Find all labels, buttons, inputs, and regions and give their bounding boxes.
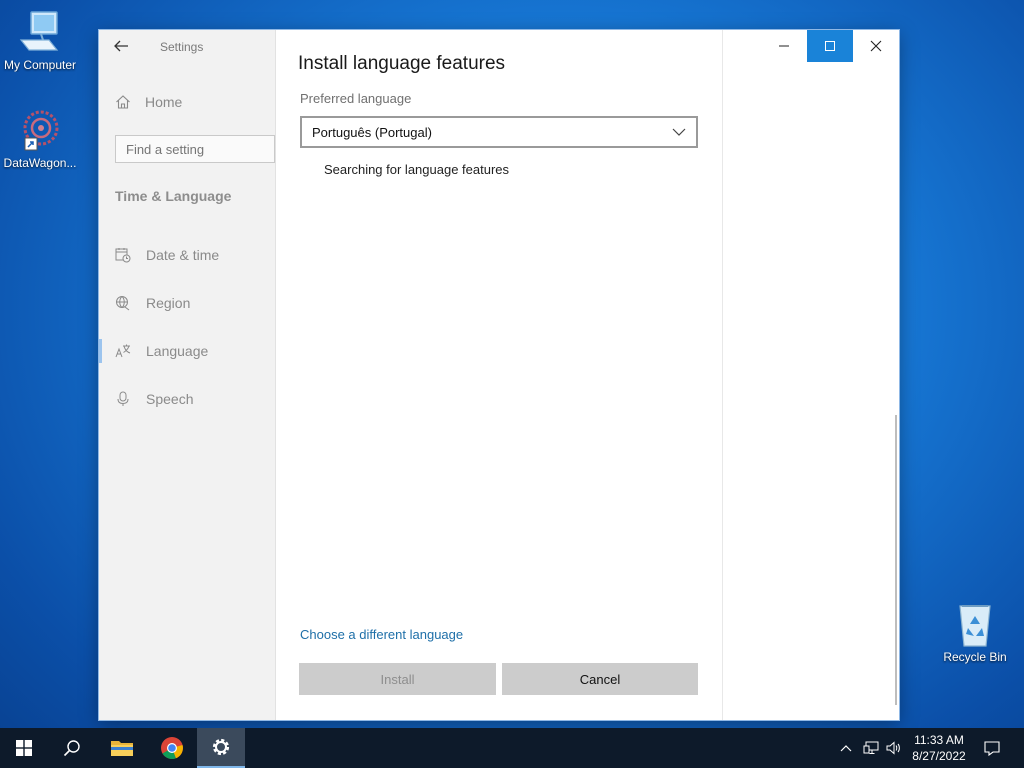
datawagon-logo-icon (23, 110, 59, 151)
clock-date: 8/27/2022 (912, 749, 966, 763)
speaker-icon (886, 741, 900, 755)
sidebar-item-label: Date & time (146, 247, 220, 263)
pane-divider (722, 30, 723, 720)
arrow-left-icon (114, 40, 128, 52)
recycle-bin-icon (959, 605, 991, 647)
sidebar-item-language[interactable]: Language (115, 339, 208, 363)
computer-icon (19, 11, 59, 51)
folder-icon (111, 741, 133, 756)
chevron-up-icon (840, 745, 852, 752)
maximize-icon (825, 41, 835, 51)
search-button[interactable] (48, 728, 96, 768)
minimize-button[interactable] (761, 30, 807, 62)
status-text: Searching for language features (324, 162, 510, 177)
calendar-clock-icon (115, 248, 131, 263)
search-input[interactable] (115, 135, 275, 163)
windows-logo-icon (16, 740, 32, 756)
search-icon (63, 740, 80, 757)
desktop-icon-my-computer[interactable]: My Computer (0, 10, 80, 72)
preferred-language-dropdown[interactable]: Português (Portugal) (300, 116, 698, 148)
choose-different-language-link[interactable]: Choose a different language (300, 627, 463, 642)
taskbar-file-explorer[interactable] (98, 728, 146, 768)
back-button[interactable] (113, 38, 135, 56)
cancel-button[interactable]: Cancel (502, 663, 698, 695)
sidebar-item-home[interactable]: Home (115, 94, 182, 110)
notification-icon (984, 740, 1000, 756)
globe-icon (116, 296, 130, 311)
close-button[interactable] (853, 30, 899, 62)
main-content: Install language features Preferred lang… (276, 30, 722, 720)
system-clock[interactable]: 11:33 AM 8/27/2022 (906, 732, 972, 764)
chevron-down-icon (672, 128, 686, 136)
sidebar-item-label: Home (145, 94, 183, 110)
close-icon (870, 40, 882, 52)
sidebar-item-label: Speech (146, 391, 194, 407)
sidebar-item-date-time[interactable]: Date & time (115, 243, 219, 267)
minimize-icon (779, 45, 789, 47)
install-button[interactable]: Install (299, 663, 496, 695)
selection-indicator (99, 339, 102, 363)
page-title: Install language features (298, 53, 506, 74)
scrollbar[interactable] (895, 415, 897, 705)
show-hidden-icons-button[interactable] (838, 728, 854, 768)
preferred-language-label: Preferred language (300, 91, 412, 106)
taskbar-chrome[interactable] (148, 728, 196, 768)
chrome-icon (161, 737, 183, 759)
desktop-icon-label: Recycle Bin (943, 650, 1007, 664)
settings-window: Settings Home Time & Language Date & tim… (99, 30, 899, 720)
microphone-icon (117, 391, 129, 406)
sidebar-item-label: Region (146, 295, 191, 311)
desktop-icon-label: My Computer (3, 58, 77, 72)
taskbar: 11:33 AM 8/27/2022 (0, 728, 1024, 768)
app-title: Settings (160, 40, 204, 54)
sidebar-item-region[interactable]: Region (115, 291, 190, 315)
dropdown-value: Português (Portugal) (312, 124, 432, 140)
language-icon (115, 344, 131, 358)
sidebar-item-speech[interactable]: Speech (115, 387, 193, 411)
taskbar-settings[interactable] (197, 728, 245, 768)
start-button[interactable] (0, 728, 48, 768)
clock-time: 11:33 AM (914, 733, 964, 747)
gear-icon (212, 738, 230, 756)
network-button[interactable] (861, 728, 881, 768)
desktop-icon-recycle-bin[interactable]: Recycle Bin (935, 602, 1015, 664)
action-center-button[interactable] (978, 728, 1006, 768)
sidebar-item-label: Language (146, 343, 209, 359)
settings-sidebar: Settings Home Time & Language Date & tim… (99, 30, 276, 720)
volume-button[interactable] (884, 728, 904, 768)
home-icon (116, 95, 130, 109)
network-icon (863, 741, 879, 754)
desktop-icon-datawagon[interactable]: DataWagon... (0, 106, 80, 170)
desktop-icon-label: DataWagon... (3, 156, 77, 170)
maximize-button[interactable] (807, 30, 853, 62)
section-title: Time & Language (115, 188, 232, 204)
